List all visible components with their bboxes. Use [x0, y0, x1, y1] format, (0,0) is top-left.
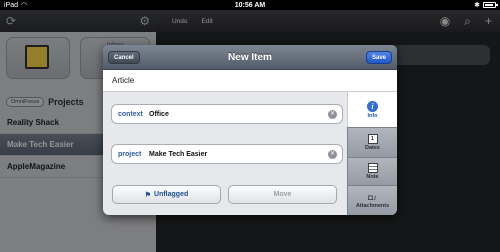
calendar-icon: 1	[367, 134, 378, 144]
tab-label: Info	[367, 112, 378, 119]
clear-icon[interactable]: ✕	[328, 109, 337, 119]
context-value: Office	[149, 110, 169, 118]
ipad-screen: iPad ◠ 10:56 AM ✱ ⟳ ⚙ Inbox OmniFocus Pr…	[0, 0, 500, 252]
status-bar: iPad ◠ 10:56 AM ✱	[0, 0, 500, 10]
dialog-header: Cancel New Item Save	[103, 45, 397, 70]
info-icon: i	[367, 100, 378, 112]
flag-label: Unflagged	[154, 191, 189, 198]
clock: 10:56 AM	[234, 1, 266, 9]
flag-button[interactable]: ⚑ Unflagged	[112, 185, 221, 204]
dialog-title: New Item	[228, 51, 272, 63]
context-field[interactable]: context Office ✕	[111, 104, 343, 124]
flag-icon: ⚑	[144, 191, 152, 199]
item-title-field[interactable]: Article	[103, 70, 397, 92]
clear-icon[interactable]: ✕	[328, 149, 337, 159]
tab-label: Attachments	[355, 202, 390, 209]
tab-label: Dates	[365, 145, 380, 151]
battery-fill	[485, 4, 493, 6]
camera-mic-icon: ◘♪	[368, 192, 377, 202]
move-label: Move	[273, 191, 292, 198]
project-field[interactable]: project Make Tech Easier ✕	[111, 144, 343, 164]
tab-note[interactable]: Note	[347, 157, 397, 185]
battery-icon	[483, 2, 498, 8]
new-item-dialog: Cancel New Item Save Article context Off…	[103, 45, 397, 215]
project-value: Make Tech Easier	[149, 150, 208, 158]
tab-label: Note	[366, 174, 379, 180]
item-title-value: Article	[112, 76, 135, 85]
cancel-button[interactable]: Cancel	[108, 51, 140, 64]
note-icon	[367, 163, 378, 173]
save-button[interactable]: Save	[365, 51, 392, 64]
tab-dates[interactable]: 1 Dates	[347, 127, 397, 157]
project-label: project	[118, 150, 142, 158]
tab-info[interactable]: i Info	[347, 92, 397, 127]
move-button[interactable]: Move	[228, 185, 337, 204]
tab-attachments[interactable]: ◘♪ Attachments	[347, 185, 397, 215]
context-label: context	[118, 110, 143, 118]
